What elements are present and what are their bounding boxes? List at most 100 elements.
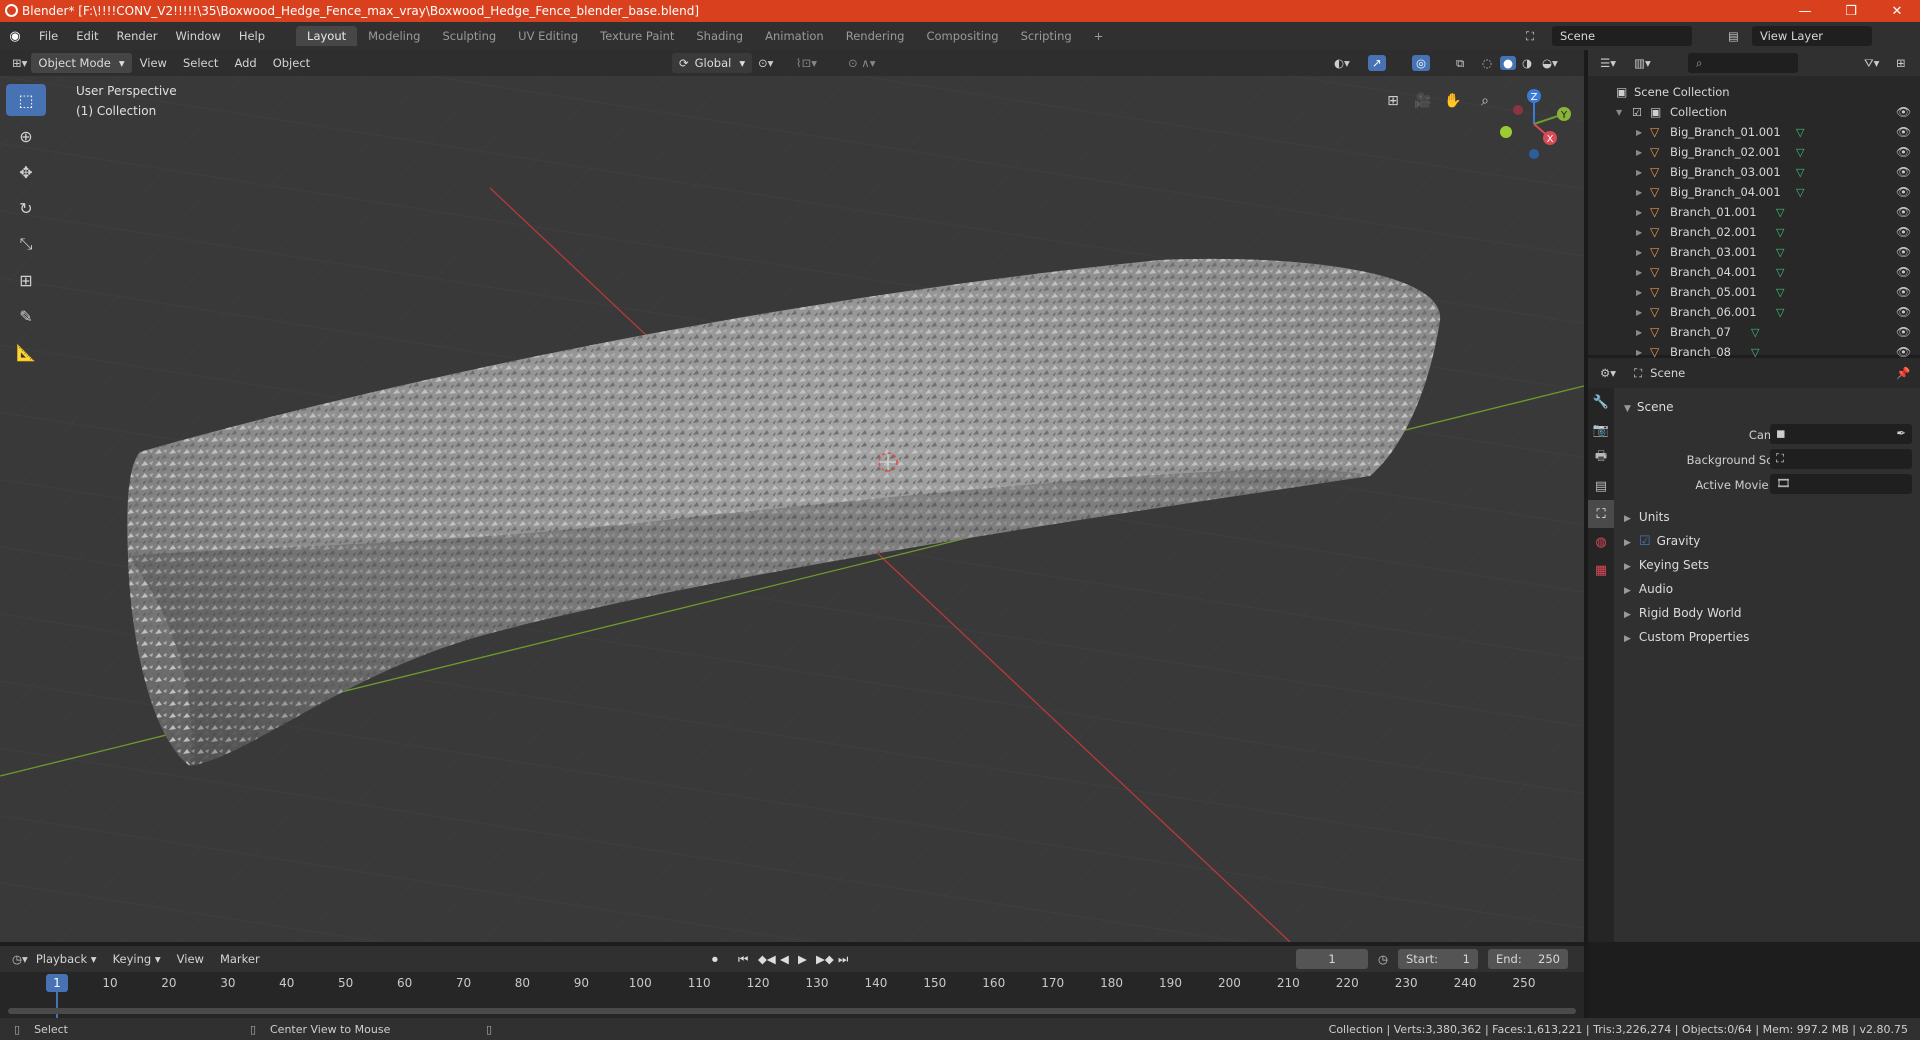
outliner-item[interactable]: ▶ ▽ Branch_01.001 ▽ 👁: [1588, 202, 1920, 222]
gizmo-toggle-icon[interactable]: ↗: [1368, 55, 1386, 71]
grid-view-icon[interactable]: ⊞: [1380, 88, 1406, 114]
menu-window[interactable]: Window: [166, 29, 229, 43]
expand-triangle-icon[interactable]: ▶: [1636, 328, 1642, 337]
clock-icon[interactable]: ◷: [1378, 952, 1388, 966]
navigation-gizmo[interactable]: Z Y X: [1490, 84, 1580, 164]
outliner-item[interactable]: ▶ ▽ Big_Branch_01.001 ▽ 👁: [1588, 122, 1920, 142]
expand-triangle-icon[interactable]: ▶: [1636, 268, 1642, 277]
minimize-button[interactable]: —: [1782, 0, 1828, 22]
next-keyframe-icon[interactable]: ▶◆: [816, 952, 834, 966]
pivot-icon[interactable]: ⊙▾: [758, 56, 773, 70]
menu-edit[interactable]: Edit: [67, 29, 107, 43]
expand-triangle-icon[interactable]: ▶: [1636, 348, 1642, 357]
scale-tool-icon[interactable]: ⤡: [6, 228, 46, 260]
outliner-item[interactable]: ▶ ▽ Branch_06.001 ▽ 👁: [1588, 302, 1920, 322]
transform-tool-icon[interactable]: ⊞: [6, 264, 46, 296]
viewport-menu-add[interactable]: Add: [226, 56, 264, 70]
restore-button[interactable]: ❐: [1828, 0, 1874, 22]
tab-rendering[interactable]: Rendering: [835, 26, 916, 46]
texture-tab-icon[interactable]: ▦: [1588, 556, 1614, 584]
view-layer-tab-icon[interactable]: ▤: [1588, 472, 1614, 500]
eye-icon[interactable]: 👁: [1896, 265, 1911, 279]
tab-modeling[interactable]: Modeling: [357, 26, 431, 46]
play-icon[interactable]: ▶: [798, 952, 807, 966]
solid-shading-icon[interactable]: ●: [1500, 56, 1517, 70]
current-frame-field[interactable]: 1: [1296, 949, 1368, 969]
cursor-tool-icon[interactable]: ⊕: [6, 120, 46, 152]
tab-uv-editing[interactable]: UV Editing: [507, 26, 589, 46]
transform-orientation-dropdown[interactable]: ⟳ Global ▾: [672, 53, 753, 73]
editor-type-icon[interactable]: ⊞▾: [12, 56, 27, 70]
play-reverse-icon[interactable]: ◀: [780, 952, 789, 966]
new-collection-icon[interactable]: ⊞: [1896, 56, 1906, 70]
blender-menu-icon[interactable]: ◉: [0, 29, 30, 44]
timeline-editor-icon[interactable]: ◷▾: [12, 952, 28, 966]
outliner-item[interactable]: ▶ ▽ Branch_07 ▽ 👁: [1588, 322, 1920, 342]
expand-triangle-icon[interactable]: ▶: [1636, 168, 1642, 177]
panel-rigid-body-world[interactable]: ▶ Rigid Body World: [1624, 606, 1741, 620]
tab-layout[interactable]: Layout: [296, 26, 358, 46]
mesh-data-icon[interactable]: ▽: [1776, 206, 1784, 219]
pin-icon[interactable]: 📌: [1896, 366, 1910, 380]
filter-icon[interactable]: ⛛▾: [1864, 56, 1879, 71]
outliner-collection[interactable]: ▼ ☑ ▣ Collection 👁: [1588, 102, 1920, 122]
outliner-item[interactable]: ▶ ▽ Branch_05.001 ▽ 👁: [1588, 282, 1920, 302]
3d-viewport[interactable]: ⬚ ⊕ ✥ ↻ ⤡ ⊞ ✎ 📐 User Perspective (1) Col…: [0, 76, 1584, 942]
expand-triangle-icon[interactable]: ▶: [1636, 288, 1642, 297]
eye-icon[interactable]: 👁: [1896, 105, 1911, 119]
scene-section-header[interactable]: ▼ Scene: [1624, 400, 1674, 414]
mesh-data-icon[interactable]: ▽: [1796, 166, 1804, 179]
panel-custom-properties[interactable]: ▶ Custom Properties: [1624, 630, 1749, 644]
scene-selector-icon[interactable]: ⛶: [1526, 29, 1534, 44]
eye-icon[interactable]: 👁: [1896, 245, 1911, 259]
tab-texture-paint[interactable]: Texture Paint: [589, 26, 685, 46]
menu-file[interactable]: File: [30, 29, 67, 43]
end-frame-field[interactable]: End: 250: [1488, 949, 1568, 969]
outliner-item[interactable]: ▶ ▽ Branch_04.001 ▽ 👁: [1588, 262, 1920, 282]
camera-field[interactable]: ◼ ✒: [1770, 424, 1912, 444]
close-button[interactable]: ✕: [1874, 0, 1920, 22]
expand-triangle-icon[interactable]: ▶: [1636, 188, 1642, 197]
snap-icon[interactable]: ⌇⊡▾: [796, 56, 817, 70]
rotate-tool-icon[interactable]: ↻: [6, 192, 46, 224]
panel-units[interactable]: ▶ Units: [1624, 510, 1670, 524]
mesh-data-icon[interactable]: ▽: [1751, 326, 1759, 339]
eye-icon[interactable]: 👁: [1896, 165, 1911, 179]
properties-editor-icon[interactable]: ⚙▾: [1600, 366, 1616, 380]
eyedropper-icon[interactable]: ✒: [1896, 426, 1906, 440]
rendered-shading-icon[interactable]: ◒▾: [1542, 56, 1558, 70]
timeline-scrollbar[interactable]: [8, 1008, 1576, 1014]
view-layer-field[interactable]: View Layer: [1752, 26, 1872, 46]
expand-triangle-icon[interactable]: ▶: [1636, 248, 1642, 257]
viewport-menu-select[interactable]: Select: [175, 56, 226, 70]
panel-audio[interactable]: ▶ Audio: [1624, 582, 1673, 596]
move-tool-icon[interactable]: ✥: [6, 156, 46, 188]
outliner-item[interactable]: ▶ ▽ Big_Branch_02.001 ▽ 👁: [1588, 142, 1920, 162]
measure-tool-icon[interactable]: 📐: [6, 336, 46, 368]
outliner-item[interactable]: ▶ ▽ Big_Branch_03.001 ▽ 👁: [1588, 162, 1920, 182]
object-mode-dropdown[interactable]: Object Mode ▾: [31, 53, 132, 73]
overlay-toggle-icon[interactable]: ◎: [1412, 55, 1431, 71]
select-box-tool-icon[interactable]: ⬚: [6, 84, 46, 116]
tab-scripting[interactable]: Scripting: [1010, 26, 1083, 46]
mesh-data-icon[interactable]: ▽: [1796, 186, 1804, 199]
start-frame-field[interactable]: Start: 1: [1398, 949, 1478, 969]
viewport-menu-view[interactable]: View: [132, 56, 175, 70]
collapse-triangle-icon[interactable]: ▼: [1616, 108, 1622, 117]
tab-sculpting[interactable]: Sculpting: [431, 26, 507, 46]
mesh-data-icon[interactable]: ▽: [1751, 346, 1759, 359]
world-tab-icon[interactable]: ◍: [1588, 528, 1614, 556]
background-scene-field[interactable]: ⛶: [1770, 449, 1912, 469]
eye-icon[interactable]: 👁: [1896, 305, 1911, 319]
mesh-data-icon[interactable]: ▽: [1776, 226, 1784, 239]
proportional-edit-icon[interactable]: ⊙ ∧▾: [848, 56, 875, 70]
expand-triangle-icon[interactable]: ▶: [1636, 208, 1642, 217]
eye-icon[interactable]: 👁: [1896, 145, 1911, 159]
outliner-editor-icon[interactable]: ☰▾: [1600, 56, 1616, 70]
render-tab-icon[interactable]: 📷: [1588, 416, 1614, 444]
jump-start-icon[interactable]: ⏮: [738, 952, 748, 967]
mesh-data-icon[interactable]: ▽: [1796, 126, 1804, 139]
wireframe-shading-icon[interactable]: ◌: [1482, 56, 1492, 70]
outliner-item[interactable]: ▶ ▽ Branch_03.001 ▽ 👁: [1588, 242, 1920, 262]
xray-icon[interactable]: ⧉: [1456, 56, 1464, 71]
